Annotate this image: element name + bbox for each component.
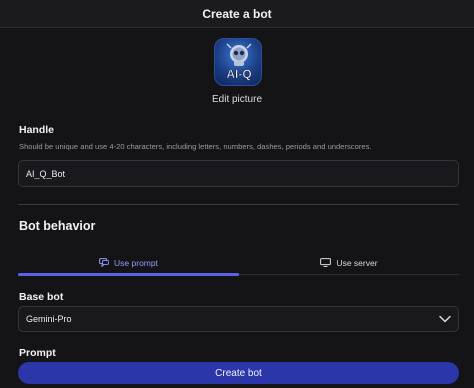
section-divider	[18, 204, 459, 205]
base-bot-select[interactable]: Gemini-Pro	[18, 306, 459, 332]
chat-icon	[99, 258, 109, 267]
handle-helper-text: Should be unique and use 4-20 characters…	[19, 142, 372, 151]
logo-text: AI-Q	[226, 67, 251, 81]
create-bot-button[interactable]: Create bot	[18, 362, 459, 384]
bot-form: AI-Q Edit picture Handle Should be uniqu…	[0, 28, 474, 388]
chevron-down-icon	[439, 315, 451, 323]
tab-use-server[interactable]: Use server	[239, 250, 459, 275]
edit-picture-link[interactable]: Edit picture	[0, 94, 474, 105]
base-bot-value: Gemini-Pro	[26, 314, 72, 324]
bot-behavior-heading: Bot behavior	[19, 219, 96, 233]
modal-title: Create a bot	[202, 6, 272, 21]
robot-logo-icon: AI-Q	[226, 43, 252, 81]
prompt-label: Prompt	[19, 347, 56, 359]
tab-use-prompt-label: Use prompt	[114, 257, 158, 268]
behavior-tabs: Use prompt Use server	[18, 250, 459, 276]
bot-avatar[interactable]: AI-Q	[214, 38, 262, 86]
tab-use-prompt[interactable]: Use prompt	[18, 250, 239, 275]
tab-use-server-label: Use server	[336, 257, 378, 268]
active-tab-indicator	[18, 273, 239, 276]
monitor-icon	[320, 258, 332, 267]
handle-input[interactable]	[18, 160, 459, 187]
handle-label: Handle	[19, 124, 55, 136]
modal-header: Create a bot	[0, 0, 474, 28]
base-bot-label: Base bot	[19, 291, 64, 303]
